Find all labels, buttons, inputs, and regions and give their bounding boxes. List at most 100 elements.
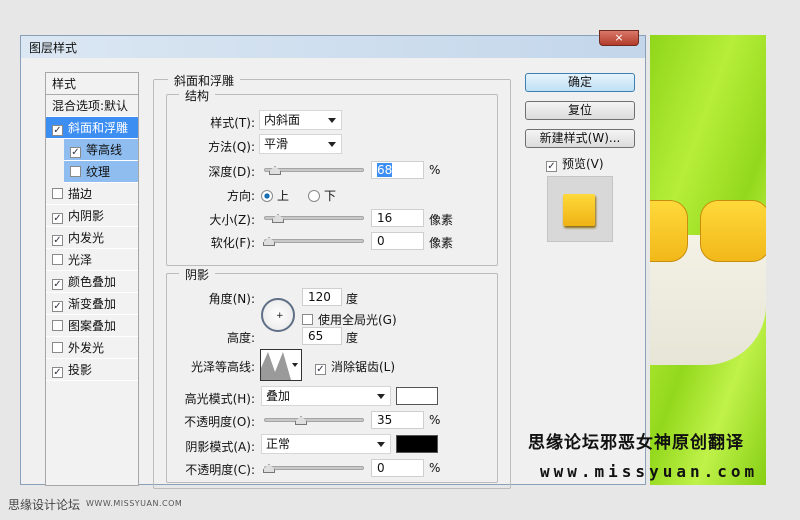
style-item[interactable]: ✓ 颜色叠加 — [46, 271, 138, 293]
title-bar[interactable]: 图层样式 × — [21, 30, 645, 58]
checkbox-icon[interactable] — [52, 254, 63, 265]
gloss-contour-picker[interactable] — [260, 349, 302, 381]
style-label: 样式(T): — [210, 116, 255, 130]
style-item[interactable]: ✓ 投影 — [46, 359, 138, 381]
preview-checkbox[interactable]: ✓ 预览(V) — [546, 155, 604, 172]
altitude-unit: 度 — [346, 331, 359, 345]
style-list: 样式 混合选项:默认 ✓ 斜面和浮雕 ✓ 等高线 纹理 描边 ✓ 内阴影 ✓ 内发光 光泽 ✓ 颜色叠加… — [45, 72, 139, 486]
highlight-opacity-unit: % — [429, 413, 441, 427]
style-item-label: 内发光 — [68, 231, 105, 245]
style-item-label: 投影 — [68, 363, 93, 377]
size-slider[interactable] — [264, 214, 364, 223]
shadow-opacity-label: 不透明度(C): — [185, 463, 255, 477]
checkbox-icon[interactable] — [70, 166, 81, 177]
checkbox-icon[interactable]: ✓ — [52, 301, 63, 312]
direction-down-label: 下 — [324, 189, 337, 203]
shadow-mode-label: 阴影模式(A): — [185, 440, 255, 454]
depth-label: 深度(D): — [208, 165, 255, 179]
depth-unit: % — [429, 163, 441, 177]
chevron-down-icon — [377, 442, 385, 447]
footer-site-name: 思缘设计论坛 — [8, 498, 81, 512]
shadow-mode-value: 正常 — [266, 437, 291, 451]
checkbox-icon[interactable]: ✓ — [52, 213, 63, 224]
technique-select[interactable]: 平滑 — [259, 134, 342, 154]
dialog-title: 图层样式 — [29, 41, 78, 55]
highlight-opacity-slider[interactable] — [264, 416, 364, 425]
slider-thumb[interactable] — [263, 237, 275, 246]
soften-input[interactable]: 0 — [371, 232, 424, 250]
style-item[interactable]: ✓ 内发光 — [46, 227, 138, 249]
direction-up-radio[interactable]: 上 — [261, 187, 289, 204]
style-item-blend-options[interactable]: 混合选项:默认 — [46, 95, 138, 117]
size-label: 大小(Z): — [209, 213, 255, 227]
artwork-letter-a — [650, 200, 688, 262]
soften-slider[interactable] — [263, 237, 364, 246]
canvas-artwork — [650, 35, 766, 485]
preview-label: 预览(V) — [562, 157, 604, 171]
style-item[interactable]: 光泽 — [46, 249, 138, 271]
chevron-down-icon — [328, 142, 336, 147]
reset-button[interactable]: 复位 — [525, 101, 635, 120]
checkbox-icon[interactable]: ✓ — [52, 367, 63, 378]
shadow-opacity-slider[interactable] — [263, 464, 364, 473]
angle-unit: 度 — [346, 292, 359, 306]
size-input[interactable]: 16 — [371, 209, 424, 227]
highlight-mode-select[interactable]: 叠加 — [261, 386, 391, 406]
shadow-mode-select[interactable]: 正常 — [261, 434, 391, 454]
depth-value: 68 — [377, 163, 393, 177]
close-button[interactable]: × — [599, 30, 639, 46]
style-item-label: 渐变叠加 — [68, 297, 117, 311]
altitude-input[interactable]: 65 — [302, 327, 342, 345]
checkbox-icon[interactable] — [52, 342, 63, 353]
angle-label: 角度(N): — [208, 292, 255, 306]
style-item-label: 颜色叠加 — [68, 275, 117, 289]
slider-thumb[interactable] — [295, 416, 307, 425]
shadow-opacity-input[interactable]: 0 — [371, 459, 424, 477]
shadow-opacity-unit: % — [429, 461, 441, 475]
ok-button[interactable]: 确定 — [525, 73, 635, 92]
style-item[interactable]: 纹理 — [64, 161, 138, 183]
style-item[interactable]: ✓ 渐变叠加 — [46, 293, 138, 315]
artwork-letter-n — [700, 200, 766, 262]
style-item[interactable]: ✓ 内阴影 — [46, 205, 138, 227]
slider-thumb[interactable] — [263, 464, 275, 473]
global-light-label: 使用全局光(G) — [318, 313, 397, 327]
highlight-color-swatch[interactable] — [396, 387, 438, 405]
style-select[interactable]: 内斜面 — [259, 110, 342, 130]
style-item-label: 内阴影 — [68, 209, 105, 223]
style-item[interactable]: ✓ 斜面和浮雕 — [46, 117, 138, 139]
preview-swatch — [563, 194, 595, 226]
checkbox-icon[interactable]: ✓ — [52, 235, 63, 246]
new-style-button[interactable]: 新建样式(W)... — [525, 129, 635, 148]
watermark-url: www.missyuan.com — [540, 462, 759, 481]
depth-slider[interactable] — [264, 166, 364, 175]
style-item[interactable]: 描边 — [46, 183, 138, 205]
style-item[interactable]: 外发光 — [46, 337, 138, 359]
checkbox-icon[interactable] — [52, 188, 63, 199]
checkbox-icon[interactable]: ✓ — [70, 147, 81, 158]
shadow-color-swatch[interactable] — [396, 435, 438, 453]
angle-dial[interactable]: + — [261, 298, 295, 332]
checkbox-icon[interactable]: ✓ — [52, 125, 63, 136]
style-item-label: 光泽 — [68, 253, 93, 267]
style-item[interactable]: ✓ 等高线 — [64, 139, 138, 161]
antialias-label: 消除锯齿(L) — [331, 360, 396, 374]
structure-legend: 结构 — [179, 87, 216, 104]
direction-down-radio[interactable]: 下 — [308, 187, 336, 204]
slider-thumb[interactable] — [269, 166, 281, 175]
global-light-checkbox[interactable]: 使用全局光(G) — [302, 311, 397, 328]
highlight-opacity-input[interactable]: 35 — [371, 411, 424, 429]
watermark-title: 思缘论坛邪恶女神原创翻译 — [528, 433, 744, 453]
antialias-checkbox[interactable]: ✓ 消除锯齿(L) — [315, 358, 395, 375]
soften-label: 软化(F): — [210, 236, 255, 250]
close-icon: × — [614, 31, 624, 44]
highlight-mode-value: 叠加 — [266, 389, 291, 403]
angle-input[interactable]: 120 — [302, 288, 342, 306]
checkbox-icon[interactable] — [52, 320, 63, 331]
style-item[interactable]: 图案叠加 — [46, 315, 138, 337]
depth-input[interactable]: 68 — [371, 161, 424, 179]
soften-unit: 像素 — [429, 236, 454, 250]
layer-style-dialog: 图层样式 × 样式 混合选项:默认 ✓ 斜面和浮雕 ✓ 等高线 纹理 描边 ✓ 内阴影 ✓ 内发光… — [20, 30, 646, 489]
checkbox-icon[interactable]: ✓ — [52, 279, 63, 290]
slider-thumb[interactable] — [272, 214, 284, 223]
